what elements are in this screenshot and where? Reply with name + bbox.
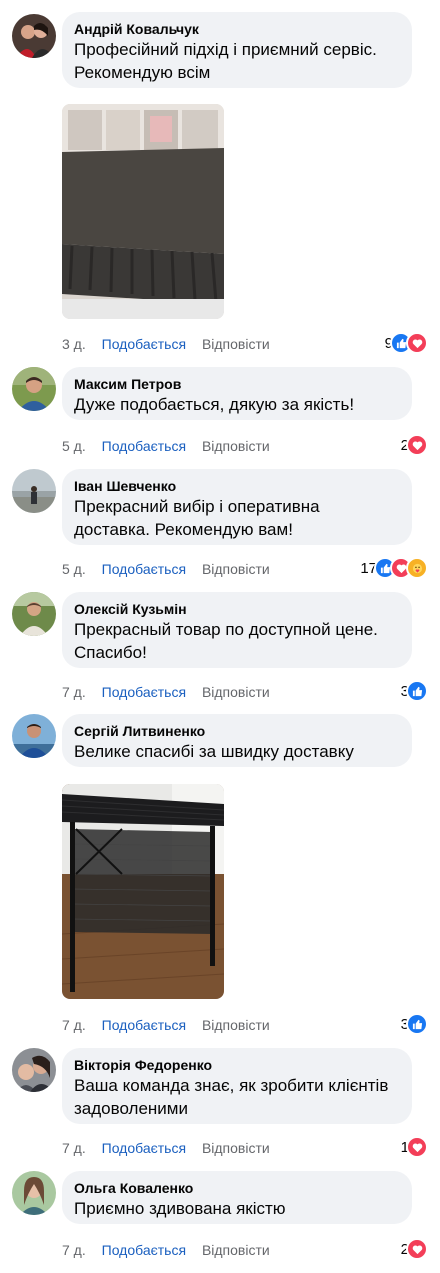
comment-actions: 5 д. Подобається Відповісти	[62, 560, 282, 578]
comment-author[interactable]: Андрій Ковальчук	[74, 20, 400, 38]
love-icon	[406, 1238, 428, 1260]
like-button[interactable]: Подобається	[102, 561, 186, 577]
love-icon	[406, 332, 428, 354]
comment-text: Професійний підхід і приємний сервіс. Ре…	[74, 40, 377, 82]
like-button[interactable]: Подобається	[102, 1140, 186, 1156]
like-button[interactable]: Подобається	[102, 1017, 186, 1033]
comment-photo[interactable]	[62, 104, 224, 319]
avatar[interactable]	[12, 714, 56, 758]
comment-actions: 5 д. Подобається Відповісти	[62, 437, 282, 455]
comment-text: Ваша команда знає, як зробити клієнтів з…	[74, 1076, 389, 1118]
comment-text: Прекрасный товар по доступной цене. Спас…	[74, 620, 378, 662]
comment-actions: 7 д. Подобається Відповісти	[62, 1241, 282, 1259]
reply-button[interactable]: Відповісти	[202, 336, 270, 352]
comment-time[interactable]: 7 д.	[62, 1017, 86, 1033]
comment-time[interactable]: 3 д.	[62, 336, 86, 352]
reaction-summary[interactable]: 1	[401, 1136, 428, 1158]
love-icon	[406, 1136, 428, 1158]
comment-bubble: Сергій Литвиненко Велике спасибі за швид…	[62, 714, 412, 767]
reaction-summary[interactable]: 3	[401, 680, 428, 702]
comment-actions: 7 д. Подобається Відповісти	[62, 683, 282, 701]
avatar[interactable]	[12, 367, 56, 411]
comment-actions: 3 д. Подобається Відповісти	[62, 335, 282, 353]
care-icon	[406, 557, 428, 579]
comment-author[interactable]: Вікторія Федоренко	[74, 1056, 400, 1074]
reaction-summary[interactable]: 2	[401, 1238, 428, 1260]
comment-time[interactable]: 5 д.	[62, 438, 86, 454]
comment-bubble: Олексій Кузьмін Прекрасный товар по дост…	[62, 592, 412, 668]
comment-bubble: Ольга Коваленко Приємно здивована якістю	[62, 1171, 412, 1224]
avatar[interactable]	[12, 14, 56, 58]
like-icon	[406, 680, 428, 702]
avatar[interactable]	[12, 469, 56, 513]
comment-bubble: Іван Шевченко Прекрасний вибір і операти…	[62, 469, 412, 545]
like-button[interactable]: Подобається	[102, 438, 186, 454]
comment-text: Прекрасний вибір і оперативна доставка. …	[74, 497, 320, 539]
comment-author[interactable]: Іван Шевченко	[74, 477, 400, 495]
comment-bubble: Вікторія Федоренко Ваша команда знає, як…	[62, 1048, 412, 1124]
avatar[interactable]	[12, 592, 56, 636]
avatar[interactable]	[12, 1171, 56, 1215]
comment-author[interactable]: Олексій Кузьмін	[74, 600, 400, 618]
love-icon	[406, 434, 428, 456]
comment-text: Велике спасибі за швидку доставку	[74, 742, 354, 761]
reaction-summary[interactable]: 9	[385, 332, 428, 354]
reply-button[interactable]: Відповісти	[202, 684, 270, 700]
like-button[interactable]: Подобається	[102, 1242, 186, 1258]
comment-author[interactable]: Ольга Коваленко	[74, 1179, 400, 1197]
comment-actions: 7 д. Подобається Відповісти	[62, 1016, 282, 1034]
comment-time[interactable]: 7 д.	[62, 684, 86, 700]
like-button[interactable]: Подобається	[102, 684, 186, 700]
comment-time[interactable]: 5 д.	[62, 561, 86, 577]
comment-time[interactable]: 7 д.	[62, 1242, 86, 1258]
reaction-summary[interactable]: 17	[360, 557, 428, 579]
comment-bubble: Максим Петров Дуже подобається, дякую за…	[62, 367, 412, 420]
avatar[interactable]	[12, 1048, 56, 1092]
reply-button[interactable]: Відповісти	[202, 1242, 270, 1258]
comment-text: Дуже подобається, дякую за якість!	[74, 395, 355, 414]
like-button[interactable]: Подобається	[102, 336, 186, 352]
comment-author[interactable]: Максим Петров	[74, 375, 400, 393]
comment-bubble: Андрій Ковальчук Професійний підхід і пр…	[62, 12, 412, 88]
reaction-summary[interactable]: 2	[401, 434, 428, 456]
like-icon	[406, 1013, 428, 1035]
comment-text: Приємно здивована якістю	[74, 1199, 286, 1218]
reply-button[interactable]: Відповісти	[202, 1017, 270, 1033]
reply-button[interactable]: Відповісти	[202, 1140, 270, 1156]
comment-photo[interactable]	[62, 784, 224, 999]
comment-time[interactable]: 7 д.	[62, 1140, 86, 1156]
comment-author[interactable]: Сергій Литвиненко	[74, 722, 400, 740]
reaction-summary[interactable]: 3	[401, 1013, 428, 1035]
reply-button[interactable]: Відповісти	[202, 561, 270, 577]
reply-button[interactable]: Відповісти	[202, 438, 270, 454]
comment-actions: 7 д. Подобається Відповісти	[62, 1139, 282, 1157]
